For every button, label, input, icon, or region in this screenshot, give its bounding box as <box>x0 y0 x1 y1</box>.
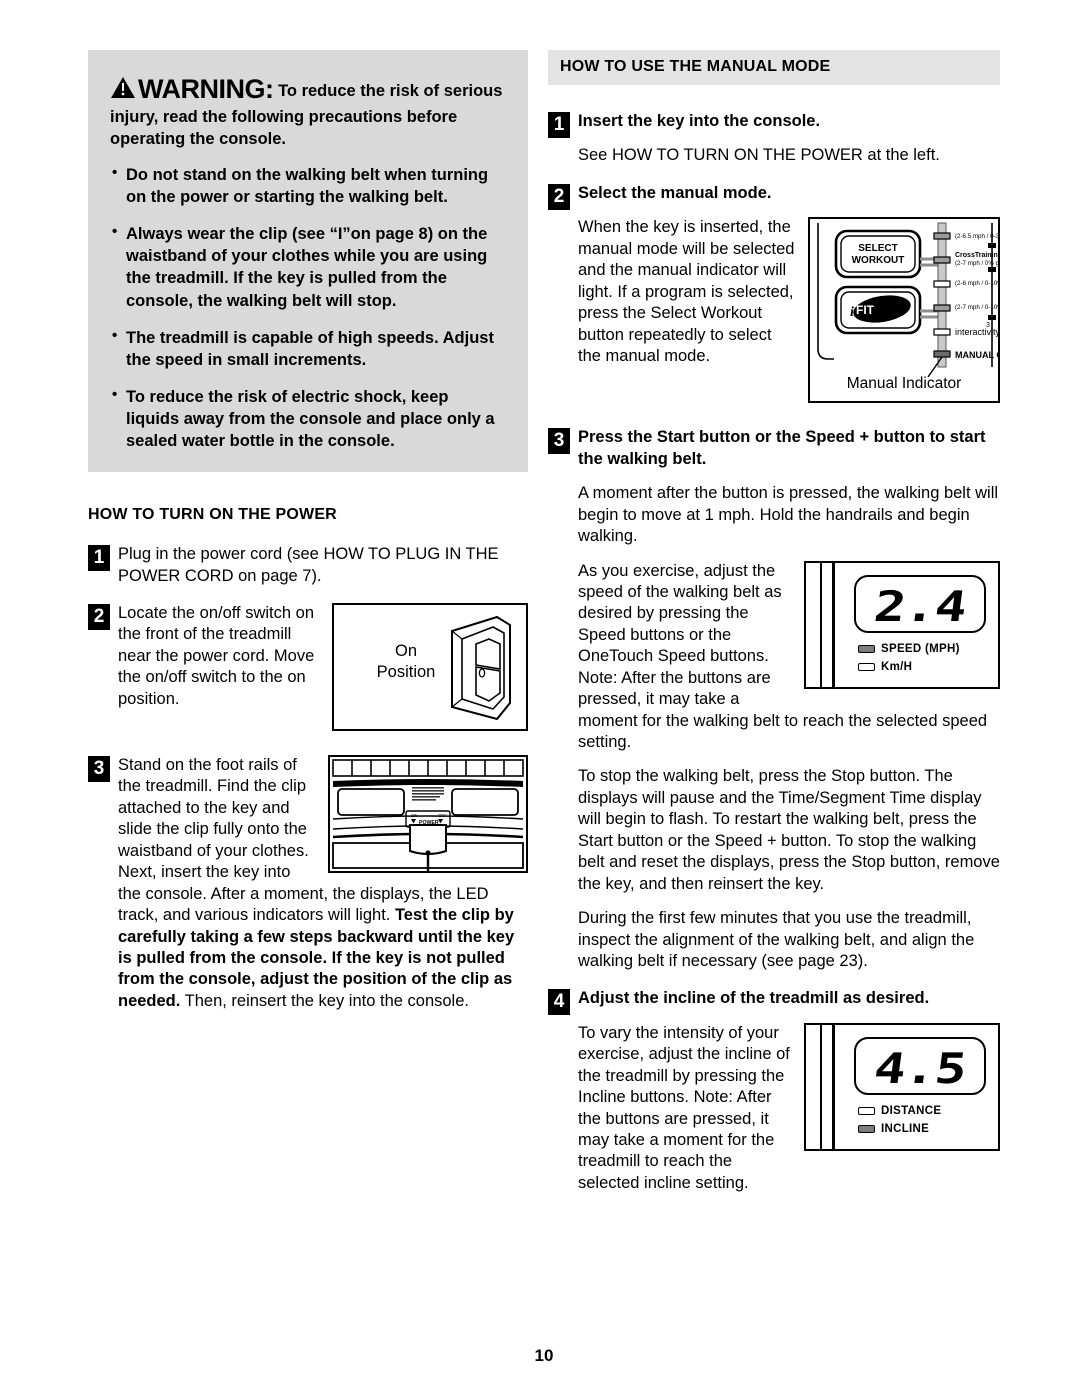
incline-readout-box: 4.5 <box>854 1036 986 1095</box>
indicator-lamp-icon <box>858 662 875 671</box>
svg-text:(2-7 mph / 0% grade): (2-7 mph / 0% grade) <box>955 260 998 267</box>
speed-lamp-label: SPEED (MPH) <box>881 642 960 655</box>
kmh-lamp-label: Km/H <box>881 660 913 673</box>
warning-box: WARNING: To reduce the risk of serious i… <box>88 50 528 473</box>
warning-title: WARNING: <box>138 74 274 104</box>
warning-heading: WARNING: To reduce the risk of serious i… <box>110 72 506 150</box>
warning-bullet: To reduce the risk of electric shock, ke… <box>110 385 506 452</box>
warning-bullet-list: Do not stand on the walking belt when tu… <box>110 163 506 452</box>
svg-text:interactivity: interactivity <box>955 327 998 337</box>
manual-step-2: 2 Select the manual mode. SELECT WORKOUT… <box>548 183 1000 411</box>
on-position-label: On Position <box>356 641 456 683</box>
svg-text:i: i <box>850 305 854 320</box>
step-title: Adjust the incline of the treadmill as d… <box>578 989 930 1008</box>
power-section-heading: HOW TO TURN ON THE POWER <box>88 506 337 524</box>
svg-text:MANUAL OPERA: MANUAL OPERA <box>955 350 998 360</box>
right-column: HOW TO USE THE MANUAL MODE 1 Insert the … <box>548 50 1000 1210</box>
two-column-layout: WARNING: To reduce the risk of serious i… <box>88 50 1000 1210</box>
treadmill-console-figure: ON OFF POWER <box>328 755 528 874</box>
svg-text:FIT: FIT <box>856 303 875 317</box>
page-number: 10 <box>534 1346 554 1365</box>
console-manual-indicator-figure: SELECT WORKOUT i FIT .com (2-6.5 mph / 0… <box>808 217 1000 404</box>
step-title: Insert the key into the console. <box>578 112 821 130</box>
step-text-tail: Then, reinsert the key into the console. <box>180 991 469 1010</box>
warning-triangle-icon <box>110 76 136 99</box>
warning-bullet: The treadmill is capable of high speeds.… <box>110 326 506 371</box>
step-text: See HOW TO TURN ON THE POWER at the left… <box>578 146 940 165</box>
svg-text:SELECT: SELECT <box>858 243 897 254</box>
manual-step-1: 1 Insert the key into the console. See H… <box>548 111 1000 167</box>
power-step-1: 1 Plug in the power cord (see HOW TO PLU… <box>88 544 528 587</box>
speed-value: 2.4 <box>871 581 969 631</box>
svg-text:CrossTraining: CrossTraining <box>955 252 998 259</box>
incline-lamp-label: INCLINE <box>881 1122 930 1135</box>
on-position-figure: On Position <box>332 603 528 732</box>
warning-bullet: Always wear the clip (see “I”on page 8) … <box>110 222 506 311</box>
indicator-lamp-icon <box>858 644 875 653</box>
svg-text:(2-6.5 mph / 0-3% grade): (2-6.5 mph / 0-3% grade) <box>955 233 998 240</box>
step-number-badge: 3 <box>88 756 110 783</box>
incline-display-figure: 4.5 DISTANCE INCLINE <box>804 1022 1000 1151</box>
speed-kmh-lamp-row: Km/H <box>858 661 912 673</box>
manual-step-4: 4 Adjust the incline of the treadmill as… <box>548 988 1000 1194</box>
svg-text:(2-6 mph / 0-10% grade): (2-6 mph / 0-10% grade) <box>955 280 998 287</box>
speed-readout-box: 2.4 <box>854 574 986 633</box>
step-title: Press the Start button or the Speed + bu… <box>578 428 986 468</box>
panel-divider <box>820 1024 822 1149</box>
speed-mph-lamp-row: SPEED (MPH) <box>858 643 960 655</box>
step-number-badge: 2 <box>88 604 110 631</box>
step-number-badge: 2 <box>548 183 570 210</box>
manual-page: WARNING: To reduce the risk of serious i… <box>88 50 1000 1365</box>
step-title: Select the manual mode. <box>578 183 772 202</box>
panel-divider <box>832 1024 835 1149</box>
power-step-3: 3 ON OFF POWER Stand on the foot rails o… <box>88 755 528 1012</box>
step-number-badge: 1 <box>548 112 570 138</box>
svg-text:WORKOUT: WORKOUT <box>852 255 905 266</box>
step-number-badge: 3 <box>548 428 570 455</box>
svg-text:3: 3 <box>986 322 990 329</box>
manual-step-3: 3 Press the Start button or the Speed + … <box>548 427 1000 972</box>
indicator-lamp-icon <box>858 1106 875 1115</box>
step-text: Plug in the power cord (see HOW TO PLUG … <box>118 545 499 585</box>
step-number-badge: 1 <box>88 545 110 572</box>
step-text: To stop the walking belt, press the Stop… <box>578 767 1000 893</box>
on-position-line2: Position <box>376 663 436 682</box>
on-position-line1: On <box>394 642 417 661</box>
manual-section-heading: HOW TO USE THE MANUAL MODE <box>548 50 1000 85</box>
incline-lamp-row: INCLINE <box>858 1123 929 1135</box>
power-step-2: 2 On Position Locate the on/off switch o… <box>88 603 528 739</box>
panel-divider <box>820 562 822 687</box>
svg-text:.com: .com <box>880 305 904 319</box>
warning-bullet: Do not stand on the walking belt when tu… <box>110 163 506 208</box>
incline-value: 4.5 <box>871 1043 969 1093</box>
panel-divider <box>832 562 835 687</box>
speed-display-figure: 2.4 SPEED (MPH) Km/H <box>804 560 1000 689</box>
distance-lamp-label: DISTANCE <box>881 1104 942 1117</box>
step-text: During the first few minutes that you us… <box>578 909 975 970</box>
svg-text:(2-7 mph / 0-10% grade): (2-7 mph / 0-10% grade) <box>955 304 998 311</box>
rocker-switch-illustration <box>442 615 514 728</box>
indicator-lamp-icon <box>858 1124 875 1133</box>
left-column: WARNING: To reduce the risk of serious i… <box>88 50 528 1210</box>
distance-lamp-row: DISTANCE <box>858 1105 941 1117</box>
step-text: A moment after the button is pressed, th… <box>578 484 999 546</box>
step-number-badge: 4 <box>548 989 570 1016</box>
manual-indicator-caption: Manual Indicator <box>846 375 962 393</box>
